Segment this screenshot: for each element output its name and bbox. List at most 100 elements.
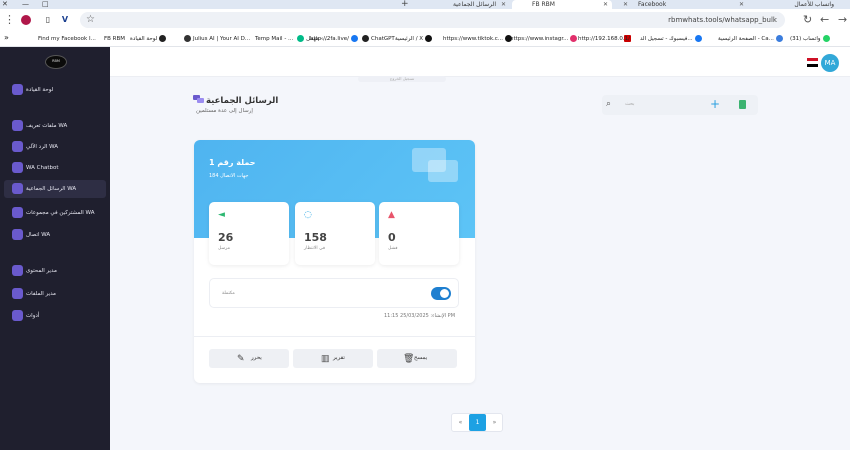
bookmark-item[interactable]: ChatGPT (360, 34, 395, 44)
close-tab-icon[interactable]: ✕ (501, 0, 506, 9)
sidebar-item-wa-chatbot[interactable]: WA Chatbot (4, 159, 106, 177)
bookmark-label: لوحة القيادة (130, 36, 158, 42)
bookmark-label: مهمل - ... (306, 36, 330, 42)
bookmark-item[interactable]: فيسبوك - تسجيل الد... (640, 34, 704, 44)
bookmark-label: Temp Mail - ... (255, 36, 294, 42)
sidebar-item-label: لوحة القيادة (26, 87, 54, 93)
edit-icon: ✎ (237, 353, 245, 363)
pagination-page-1[interactable]: 1 (469, 414, 486, 431)
bookmark-item[interactable]: الرئيسية / X (395, 34, 434, 44)
header-dropdown-tab[interactable]: تسجيل الخروج (358, 76, 446, 82)
bookmark-item[interactable]: http://192.168.0.1/ (578, 34, 630, 44)
bookmark-item[interactable]: Find my Facebook I... (38, 34, 96, 44)
tab-whatsapp-business[interactable]: ✕ واتساب للأعمال (730, 0, 850, 9)
card-divider (194, 336, 475, 337)
bookmark-label: http://192.168.0.1/ (578, 36, 630, 42)
sidebar-item-label: WA Chatbot (26, 165, 59, 171)
bookmark-label: فيسبوك - تسجيل الد... (640, 36, 693, 42)
status-label: مكتملة (222, 291, 235, 296)
sidebar-item-wa-profiles[interactable]: ملفات تعريف WA (4, 117, 106, 135)
bookmark-item[interactable]: لوحة القيادة (130, 34, 168, 44)
extension-icon[interactable]: ▯ (43, 15, 53, 25)
page-subtitle: إرسال إلى عدة مستلمين (196, 108, 253, 114)
reload-icon[interactable]: ↻ (803, 13, 812, 27)
stat-pending: ◌ 158 في الانتظار (295, 202, 375, 265)
bookmark-item[interactable]: (31) واتساب (790, 34, 832, 44)
menu-icon[interactable]: ⋮ (4, 13, 15, 27)
forward-icon[interactable]: ← (820, 13, 829, 27)
pagination-prev[interactable]: « (452, 414, 469, 431)
sidebar-item-label: اتصال WA (26, 232, 51, 238)
campaign-created-date: الإنشاء: 25/03/2025 11:15 PM (384, 313, 456, 319)
sidebar-item-tools[interactable]: أدوات (4, 307, 106, 325)
tab-fb-rbm[interactable]: ✕ FB RBM (512, 0, 612, 9)
close-tab-icon[interactable]: ✕ (603, 0, 608, 9)
bookmark-label: https://www.tiktok.c... (443, 36, 504, 42)
maximize-window-icon[interactable]: □ (42, 0, 49, 9)
report-button-label: تقرير (333, 355, 345, 361)
toggle-knob (440, 289, 449, 298)
bookmark-item[interactable]: https://www.tiktok.c... (443, 34, 514, 44)
campaign-status-toggle[interactable] (431, 287, 451, 300)
bookmark-label: Find my Facebook I... (38, 36, 96, 42)
sidebar-item-wa-autoreply[interactable]: الرد الآلي WA (4, 138, 106, 156)
app-logo[interactable]: RBM (45, 55, 67, 69)
sidebar-item-file-manager[interactable]: مدير الملفات (4, 285, 106, 303)
report-button[interactable]: تقرير ▥ (293, 349, 373, 368)
search-input[interactable]: بحث (625, 101, 635, 107)
add-campaign-icon[interactable]: + (710, 97, 720, 111)
tab-label: FB RBM (532, 1, 555, 8)
new-tab-icon[interactable]: + (401, 0, 409, 9)
bookmark-label: (31) واتساب (790, 36, 821, 42)
delete-button[interactable]: يمسح 🗑 (377, 349, 457, 368)
sidebar-item-label: المشتركين في مجموعات WA (26, 210, 95, 216)
close-tab-icon[interactable]: ✕ (623, 0, 628, 9)
sidebar-item-dashboard[interactable]: لوحة القيادة (4, 81, 106, 99)
search-icon[interactable]: ⌕ (606, 99, 611, 109)
facebook-icon (350, 35, 358, 42)
minimize-window-icon[interactable]: — (22, 0, 29, 9)
pagination-next[interactable]: » (486, 414, 503, 431)
robot-icon (12, 162, 23, 173)
sidebar-item-wa-bulk[interactable]: الرسائل الجماعية WA (4, 180, 106, 198)
stat-value: 0 (388, 231, 396, 244)
sidebar-item-content-manager[interactable]: مدير المحتوى (4, 262, 106, 280)
bookmark-item[interactable]: الصفحة الرئيسية - Ca... (718, 34, 785, 44)
close-tab-icon[interactable]: ✕ (739, 0, 744, 9)
trash-icon: 🗑 (403, 353, 415, 363)
bookmark-item[interactable]: https://www.instagr... (510, 34, 579, 44)
stat-sent: ◄ 26 مرسل (209, 202, 289, 265)
close-window-icon[interactable]: ✕ (2, 0, 8, 9)
back-icon[interactable]: → (838, 13, 847, 27)
edit-button[interactable]: يحرر ✎ (209, 349, 289, 368)
x-icon (425, 35, 433, 42)
bookmarks-overflow-icon[interactable]: » (4, 33, 9, 43)
tab-bulk-messages[interactable]: ✕ الرسائل الجماعية (410, 0, 510, 9)
bookmark-label: ChatGPT (371, 36, 395, 42)
address-field[interactable]: ☆ rbmwhats.tools/whatsapp_bulk (80, 12, 785, 28)
trash-icon[interactable] (739, 100, 746, 109)
globe-icon (775, 35, 783, 42)
delete-button-label: يمسح (414, 355, 428, 361)
browser-tab-bar: ✕ — □ ✕ الرسائل الجماعية ✕ FB RBM ✕ Face… (0, 0, 850, 9)
profile-avatar[interactable] (21, 15, 31, 25)
bookmark-item[interactable]: FB RBM (104, 34, 125, 44)
tab-facebook[interactable]: ✕ Facebook (614, 0, 724, 9)
tab-label: الرسائل الجماعية (452, 1, 496, 8)
reply-icon (12, 141, 23, 152)
chat-bubbles-icon (193, 95, 204, 103)
campaign-name: حملة رقم 1 (209, 158, 256, 167)
chart-icon: ▥ (321, 353, 330, 363)
bookmark-item[interactable]: Julius AI | Your AI D... (182, 34, 250, 44)
chatgpt-icon (362, 35, 369, 42)
user-avatar[interactable]: MA (821, 54, 839, 72)
sidebar-item-wa-contacts[interactable]: اتصال WA (4, 226, 106, 244)
bookmarks-bar: » (31) واتساب الصفحة الرئيسية - Ca... في… (0, 31, 850, 47)
vpn-extension-icon[interactable]: V (60, 15, 70, 25)
edit-button-label: يحرر (251, 355, 262, 361)
sidebar-item-wa-group-subscribers[interactable]: المشتركين في مجموعات WA (4, 204, 106, 222)
bookmark-item[interactable]: Temp Mail - ... مهمل - ... (255, 34, 330, 44)
sidebar-item-label: مدير المحتوى (26, 268, 57, 274)
language-flag-icon[interactable] (807, 58, 818, 67)
bookmark-star-icon[interactable]: ☆ (86, 12, 95, 27)
